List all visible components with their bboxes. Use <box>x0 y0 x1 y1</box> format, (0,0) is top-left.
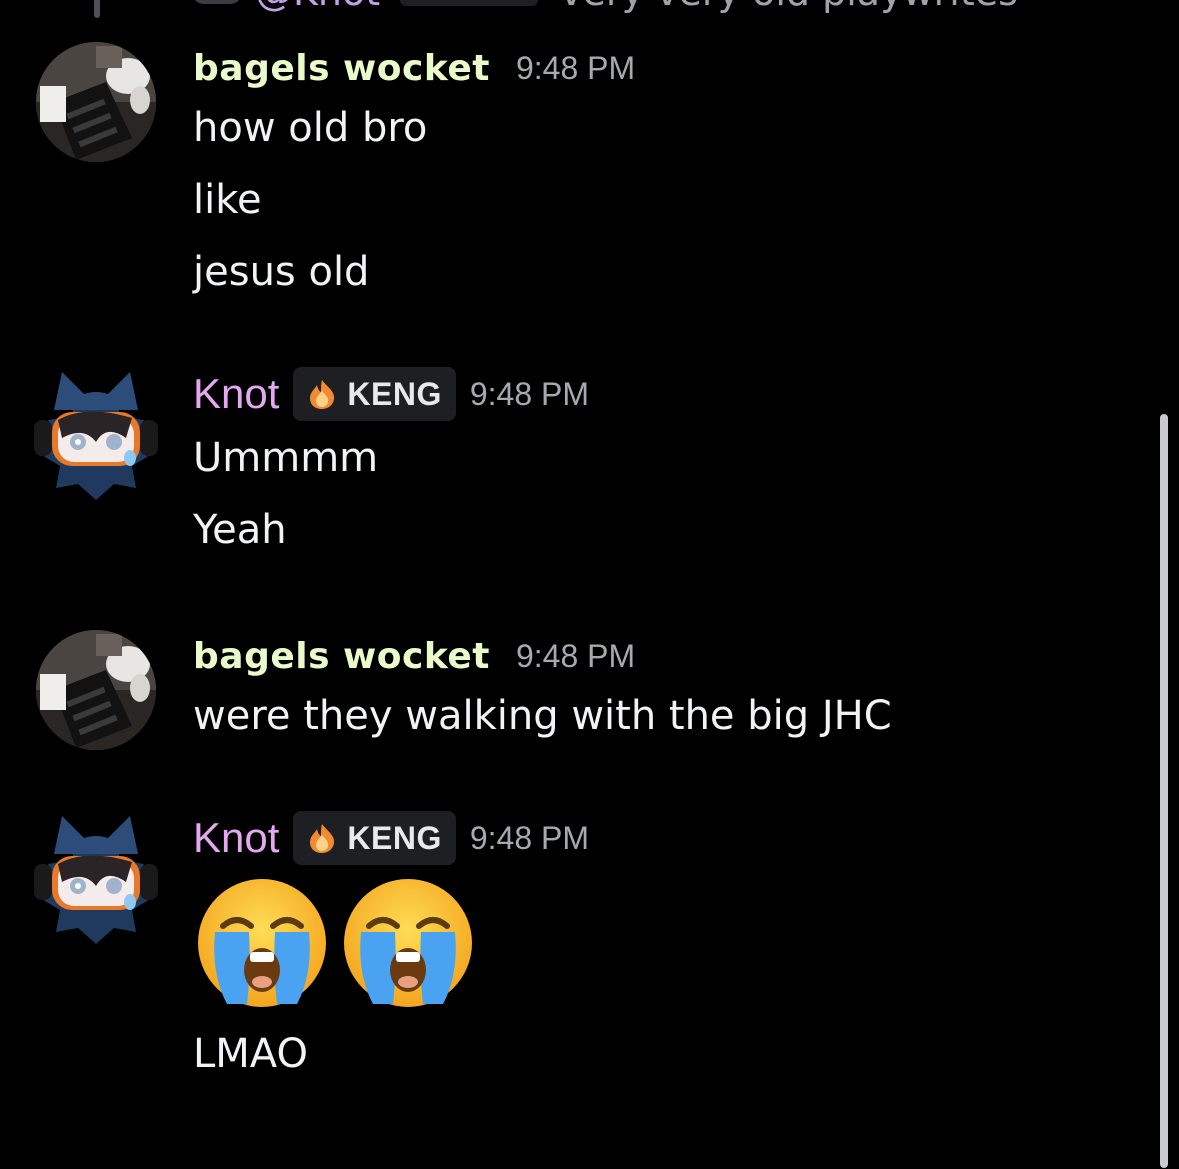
message-header: Knot KENG 9:48 PM <box>193 808 589 868</box>
flame-icon <box>310 824 335 853</box>
loudly-crying-face-icon[interactable] <box>193 874 331 1012</box>
author-name[interactable]: Knot <box>193 370 279 418</box>
server-tag-label: KENG <box>347 375 442 412</box>
message-text: LMAO <box>193 1031 308 1077</box>
avatar-image <box>36 630 156 750</box>
message-header: Knot KENG 9:48 PM <box>193 364 589 424</box>
emoji-row <box>193 874 477 1012</box>
avatar-image <box>36 42 156 162</box>
reply-author[interactable]: @Knot <box>255 0 380 14</box>
reply-avatar <box>192 0 242 4</box>
server-tag[interactable]: KENG <box>293 367 456 421</box>
reply-connector-line <box>94 0 100 18</box>
avatar-image <box>34 816 158 944</box>
server-tag-label: KENG <box>347 819 442 856</box>
message-text: Ummmm <box>193 435 379 481</box>
avatar[interactable] <box>36 42 156 162</box>
message-text: jesus old <box>193 249 370 295</box>
author-name[interactable]: bagels wocket <box>193 48 490 89</box>
message-text: were they walking with the big JHC <box>193 693 892 739</box>
message-header: bagels wocket 9:48 PM <box>193 38 635 98</box>
avatar-image <box>34 372 158 500</box>
avatar[interactable] <box>26 364 166 504</box>
server-tag[interactable]: KENG <box>293 811 456 865</box>
timestamp: 9:48 PM <box>515 49 636 86</box>
reply-preview[interactable]: @Knot very very old playwrites <box>0 0 1179 18</box>
author-name[interactable]: Knot <box>193 814 279 862</box>
message-header: bagels wocket 9:48 PM <box>193 626 635 686</box>
flame-icon <box>310 380 335 409</box>
timestamp: 9:48 PM <box>515 637 636 674</box>
avatar[interactable] <box>26 808 166 948</box>
reply-text: very very old playwrites <box>560 0 1018 14</box>
message-text: like <box>193 177 262 223</box>
avatar[interactable] <box>36 630 156 750</box>
reply-tag <box>400 0 538 6</box>
timestamp: 9:48 PM <box>469 819 590 856</box>
message-text: Yeah <box>193 507 287 553</box>
message-text: how old bro <box>193 105 428 151</box>
timestamp: 9:48 PM <box>469 375 590 412</box>
scrollbar[interactable] <box>1160 414 1168 1168</box>
loudly-crying-face-icon[interactable] <box>339 874 477 1012</box>
author-name[interactable]: bagels wocket <box>193 636 490 677</box>
